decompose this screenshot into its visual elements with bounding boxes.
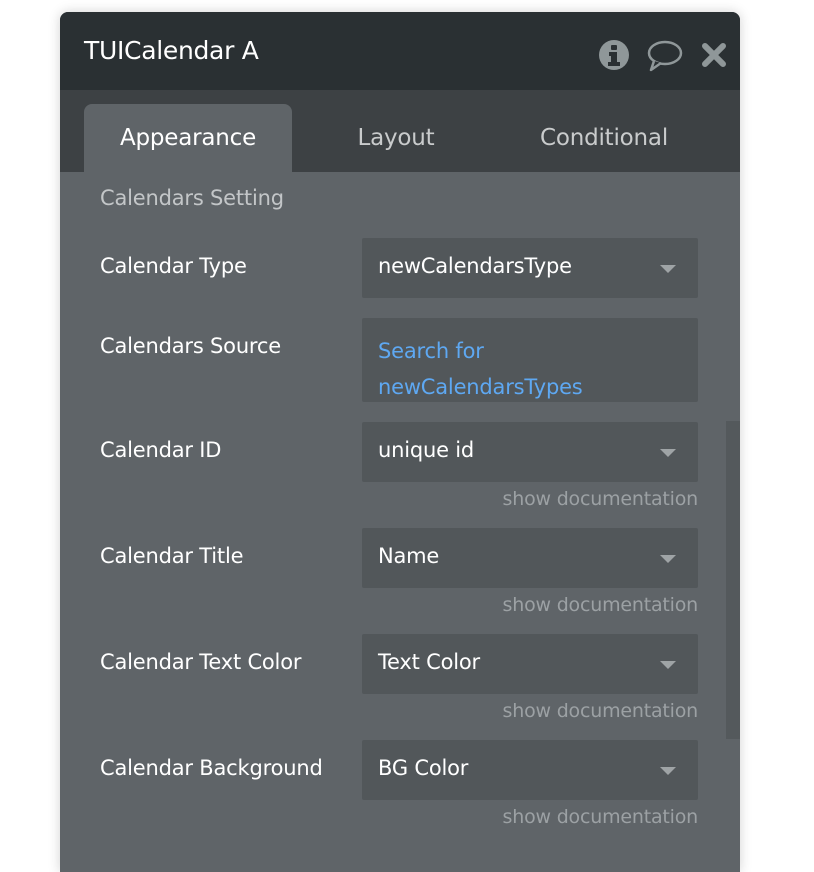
chevron-down-icon xyxy=(660,265,676,273)
calendars-source-label: Calendars Source xyxy=(100,334,281,358)
calendar-id-value: unique id xyxy=(378,438,475,462)
scrollbar[interactable] xyxy=(726,421,740,739)
chevron-down-icon xyxy=(660,661,676,669)
chevron-down-icon xyxy=(660,767,676,775)
info-icon[interactable] xyxy=(598,39,630,75)
chevron-down-icon xyxy=(660,555,676,563)
calendars-source-search[interactable]: Search for newCalendarsTypes xyxy=(362,318,698,402)
show-documentation-link[interactable]: show documentation xyxy=(503,594,699,616)
calendar-title-label: Calendar Title xyxy=(100,544,244,568)
panel-title: TUICalendar A xyxy=(84,36,259,65)
tab-conditional[interactable]: Conditional xyxy=(508,104,700,172)
panel-header: TUICalendar A xyxy=(60,12,740,90)
show-documentation-link[interactable]: show documentation xyxy=(503,700,699,722)
calendar-type-value: newCalendarsType xyxy=(378,254,572,278)
calendar-title-value: Name xyxy=(378,544,440,568)
comment-icon[interactable] xyxy=(646,40,684,76)
show-documentation-link[interactable]: show documentation xyxy=(503,806,699,828)
tab-appearance[interactable]: Appearance xyxy=(84,104,292,172)
calendar-type-dropdown[interactable]: newCalendarsType xyxy=(362,238,698,298)
tab-bar: Appearance Layout Conditional xyxy=(60,90,740,172)
property-editor-panel: TUICalendar A Appearance Layout Conditio… xyxy=(60,12,740,872)
close-icon[interactable] xyxy=(701,42,727,72)
calendar-id-dropdown[interactable]: unique id xyxy=(362,422,698,482)
calendar-background-label: Calendar Background xyxy=(100,756,323,780)
show-documentation-link[interactable]: show documentation xyxy=(503,488,699,510)
calendar-text-color-label: Calendar Text Color xyxy=(100,650,302,674)
calendar-background-value: BG Color xyxy=(378,756,469,780)
section-title: Calendars Setting xyxy=(100,186,284,210)
tab-layout[interactable]: Layout xyxy=(316,104,476,172)
calendar-type-label: Calendar Type xyxy=(100,254,247,278)
calendars-source-value[interactable]: Search for newCalendarsTypes xyxy=(378,333,688,405)
calendar-id-label: Calendar ID xyxy=(100,438,222,462)
calendar-text-color-dropdown[interactable]: Text Color xyxy=(362,634,698,694)
calendar-background-dropdown[interactable]: BG Color xyxy=(362,740,698,800)
chevron-down-icon xyxy=(660,449,676,457)
calendar-text-color-value: Text Color xyxy=(378,650,480,674)
calendar-title-dropdown[interactable]: Name xyxy=(362,528,698,588)
